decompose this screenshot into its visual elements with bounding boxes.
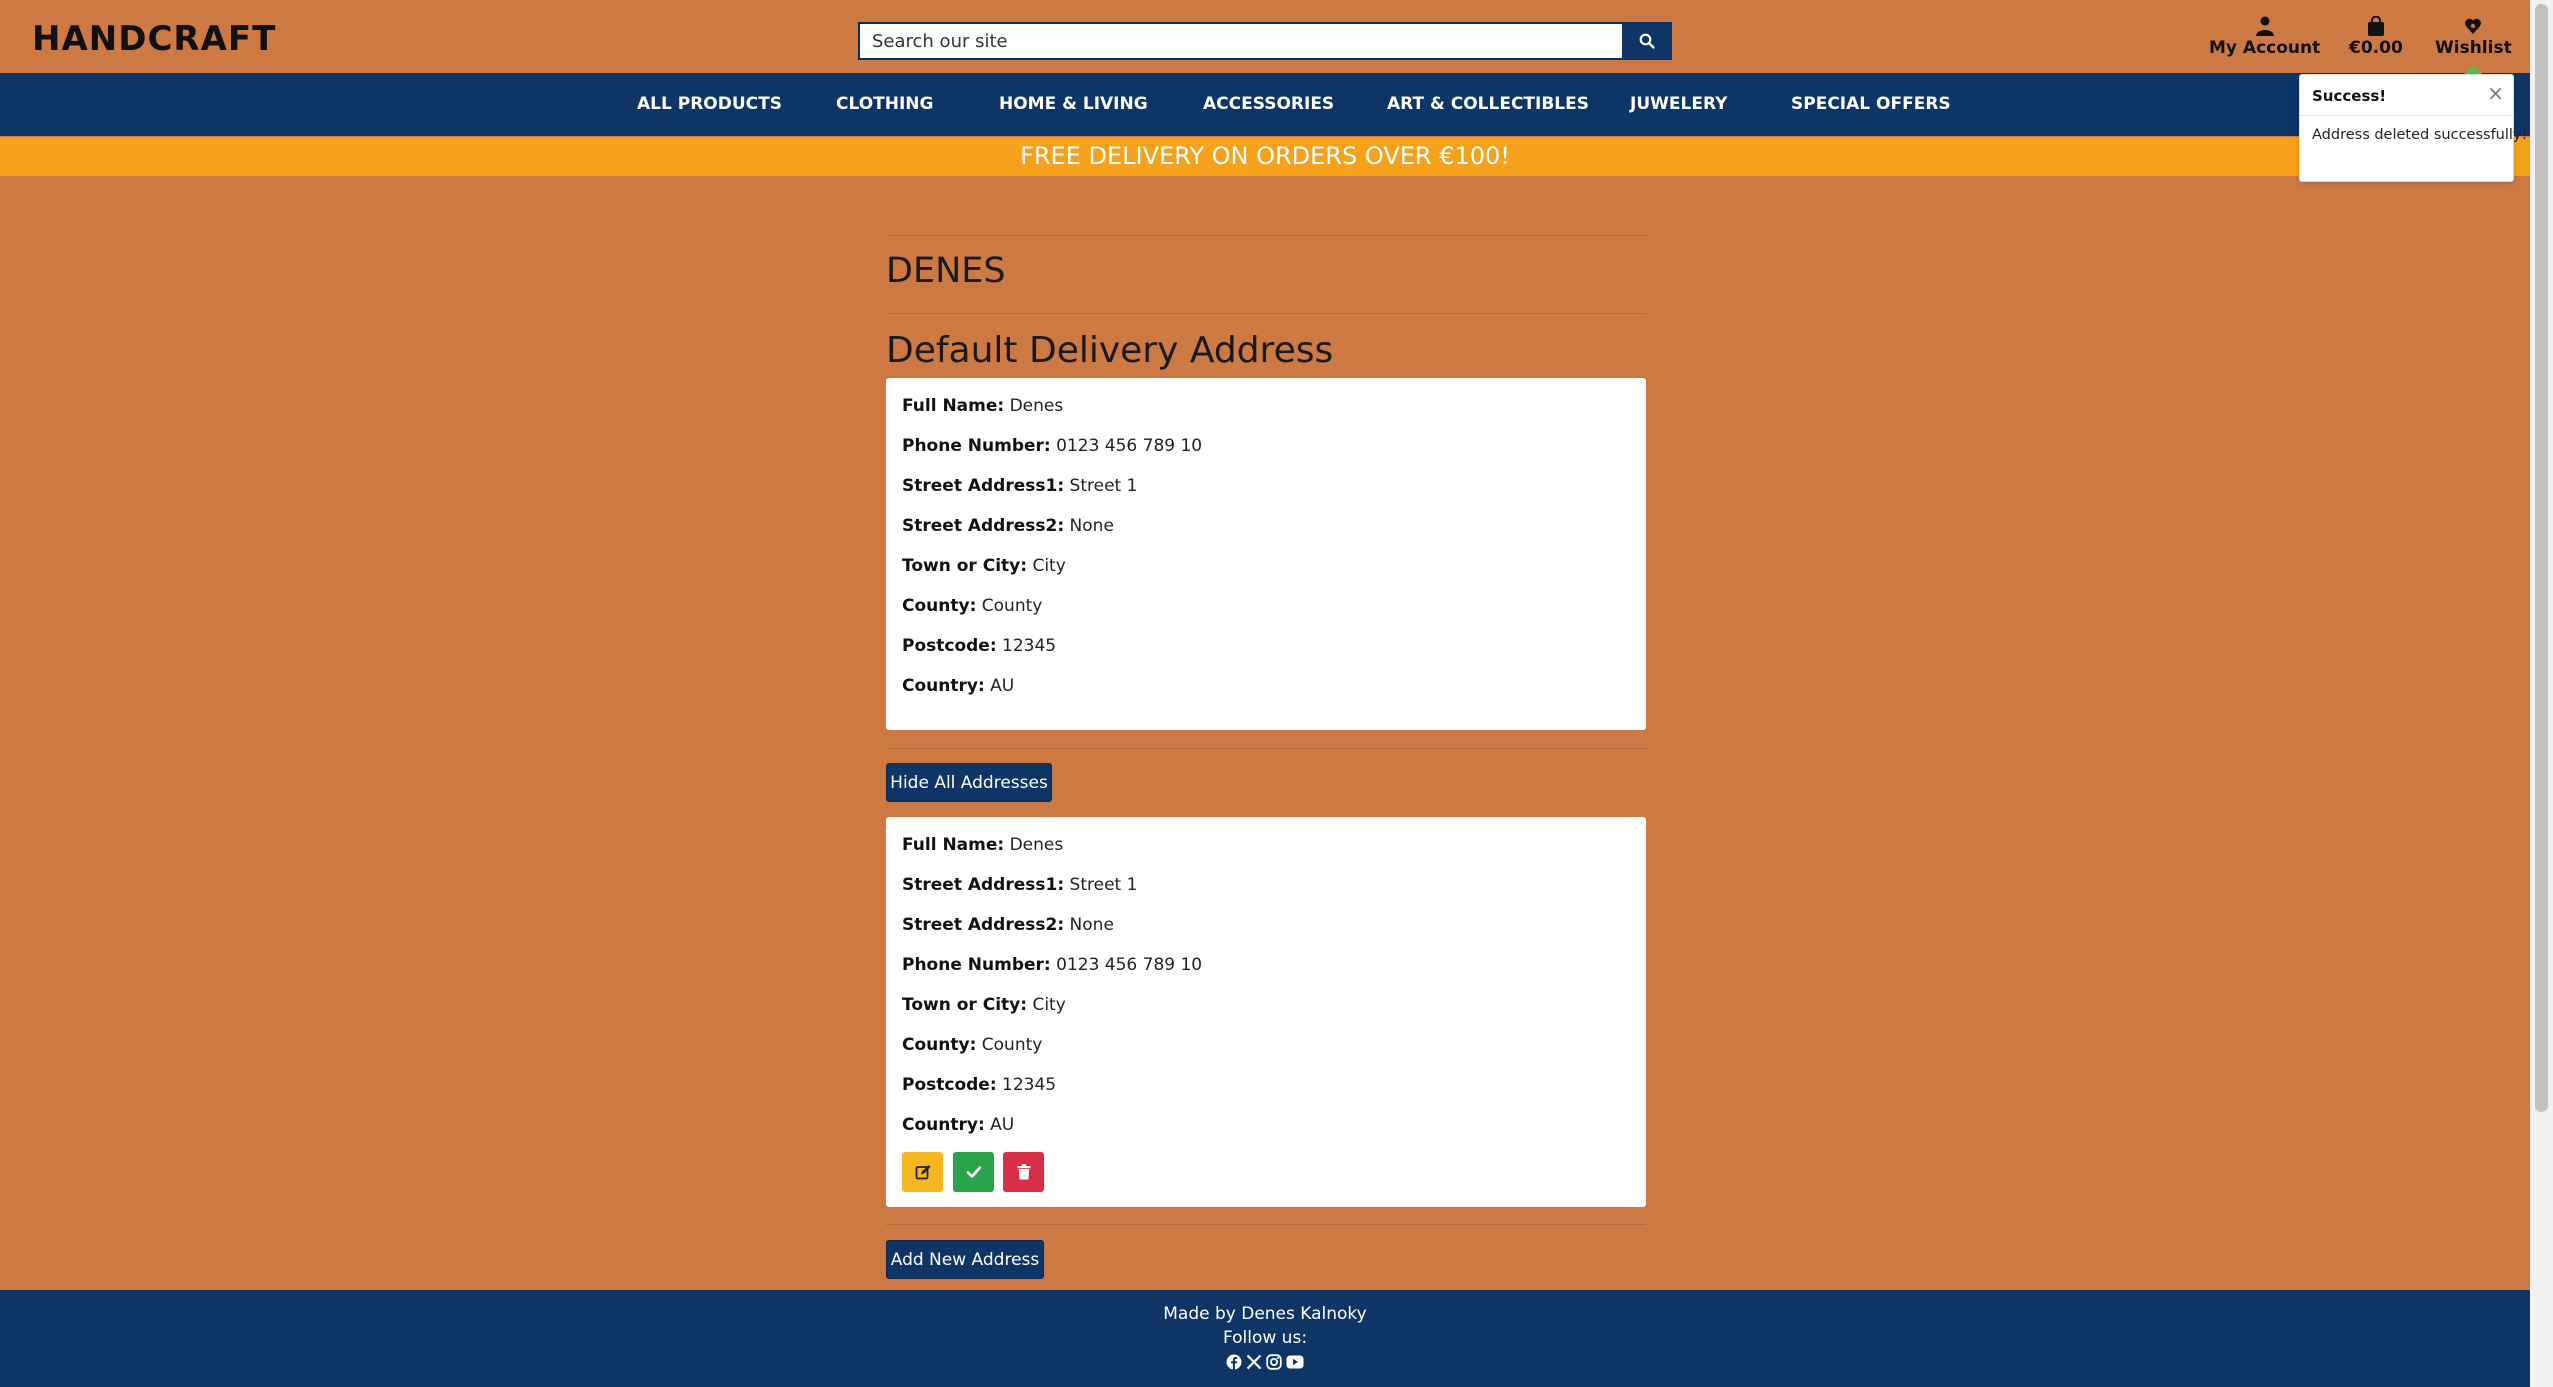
main-nav: ALL PRODUCTS CLOTHING HOME & LIVING ACCE…	[0, 73, 2530, 136]
delete-address-button[interactable]	[1003, 1152, 1044, 1192]
scrollbar-thumb[interactable]	[2535, 4, 2548, 1112]
address-field-full-name: Full Name: Denes	[902, 835, 1064, 855]
address-field-country: Country: AU	[902, 1115, 1015, 1135]
my-account-link[interactable]: My Account	[2209, 16, 2320, 58]
trash-icon	[1017, 1164, 1030, 1180]
shopping-bag-icon	[2367, 16, 2384, 36]
wishlist-label: Wishlist	[2435, 38, 2512, 58]
top-bar: HANDCRAFT My Account €0.00 Wishlist	[0, 0, 2530, 73]
nav-item-all-products[interactable]: ALL PRODUCTS	[637, 73, 782, 136]
nav-item-juwelery[interactable]: JUWELERY	[1630, 73, 1727, 136]
edit-icon	[915, 1165, 930, 1180]
my-account-label: My Account	[2209, 38, 2321, 58]
divider	[886, 313, 1646, 314]
wishlist-icon	[2465, 18, 2482, 34]
cart-total: €0.00	[2349, 38, 2403, 58]
address-field-street1: Street Address1: Street 1	[902, 476, 1138, 496]
hide-addresses-button[interactable]: Hide All Addresses	[886, 763, 1052, 802]
nav-item-art-collectibles[interactable]: ART & COLLECTIBLES	[1387, 73, 1589, 136]
address-field-town: Town or City: City	[902, 995, 1066, 1015]
footer: Made by Denes Kalnoky Follow us:	[0, 1290, 2530, 1387]
address-field-full-name: Full Name: Denes	[902, 396, 1064, 416]
divider	[886, 748, 1646, 749]
divider	[886, 235, 1646, 236]
success-toast: Success! × Address deleted successfully!	[2299, 74, 2527, 182]
default-address-title: Default Delivery Address	[886, 330, 1334, 371]
site-logo[interactable]: HANDCRAFT	[32, 19, 276, 59]
toast-close-button[interactable]: ×	[2487, 81, 2504, 105]
social-links	[1226, 1352, 1306, 1372]
instagram-icon[interactable]	[1266, 1354, 1282, 1370]
footer-follow-label: Follow us:	[1222, 1328, 1308, 1348]
toast-title: Success!	[2312, 87, 2387, 105]
delivery-banner: FREE DELIVERY ON ORDERS OVER €100!	[0, 137, 2530, 176]
address-field-street2: Street Address2: None	[902, 516, 1114, 536]
address-card: Full Name: Denes Street Address1: Street…	[886, 817, 1646, 1207]
address-field-country: Country: AU	[902, 676, 1015, 696]
nav-item-clothing[interactable]: CLOTHING	[836, 73, 933, 136]
page: HANDCRAFT My Account €0.00 Wishlist ALL …	[0, 0, 2530, 1387]
search-button[interactable]	[1622, 22, 1672, 60]
address-field-phone: Phone Number: 0123 456 789 10	[902, 436, 1203, 456]
search-form	[858, 22, 1672, 60]
address-field-phone: Phone Number: 0123 456 789 10	[902, 955, 1203, 975]
nav-item-accessories[interactable]: ACCESSORIES	[1203, 73, 1334, 136]
user-icon	[2255, 16, 2274, 36]
set-default-button[interactable]	[953, 1152, 994, 1192]
toast-message: Address deleted successfully!	[2312, 127, 2528, 143]
nav-item-home-living[interactable]: HOME & LIVING	[999, 73, 1148, 136]
cart-link[interactable]: €0.00	[2349, 16, 2403, 58]
youtube-icon[interactable]	[1286, 1355, 1304, 1369]
divider	[886, 1224, 1646, 1225]
footer-credit: Made by Denes Kalnoky	[1163, 1304, 1367, 1324]
search-icon	[1639, 33, 1655, 49]
profile-username: DENES	[886, 251, 1006, 291]
address-field-postcode: Postcode: 12345	[902, 636, 1057, 656]
default-address-card: Full Name: Denes Phone Number: 0123 456 …	[886, 378, 1646, 730]
x-icon[interactable]	[1246, 1354, 1262, 1370]
nav-item-special-offers[interactable]: SPECIAL OFFERS	[1791, 73, 1951, 136]
address-field-county: County: County	[902, 596, 1043, 616]
edit-address-button[interactable]	[902, 1152, 943, 1192]
toast-divider	[2300, 115, 2513, 116]
address-field-street1: Street Address1: Street 1	[902, 875, 1138, 895]
wishlist-link[interactable]: Wishlist	[2435, 16, 2512, 58]
address-field-street2: Street Address2: None	[902, 915, 1114, 935]
address-field-county: County: County	[902, 1035, 1043, 1055]
search-input[interactable]	[858, 22, 1622, 60]
check-icon	[966, 1166, 981, 1178]
address-field-postcode: Postcode: 12345	[902, 1075, 1057, 1095]
facebook-icon[interactable]	[1226, 1354, 1242, 1370]
address-field-town: Town or City: City	[902, 556, 1066, 576]
add-address-button[interactable]: Add New Address	[886, 1240, 1044, 1279]
